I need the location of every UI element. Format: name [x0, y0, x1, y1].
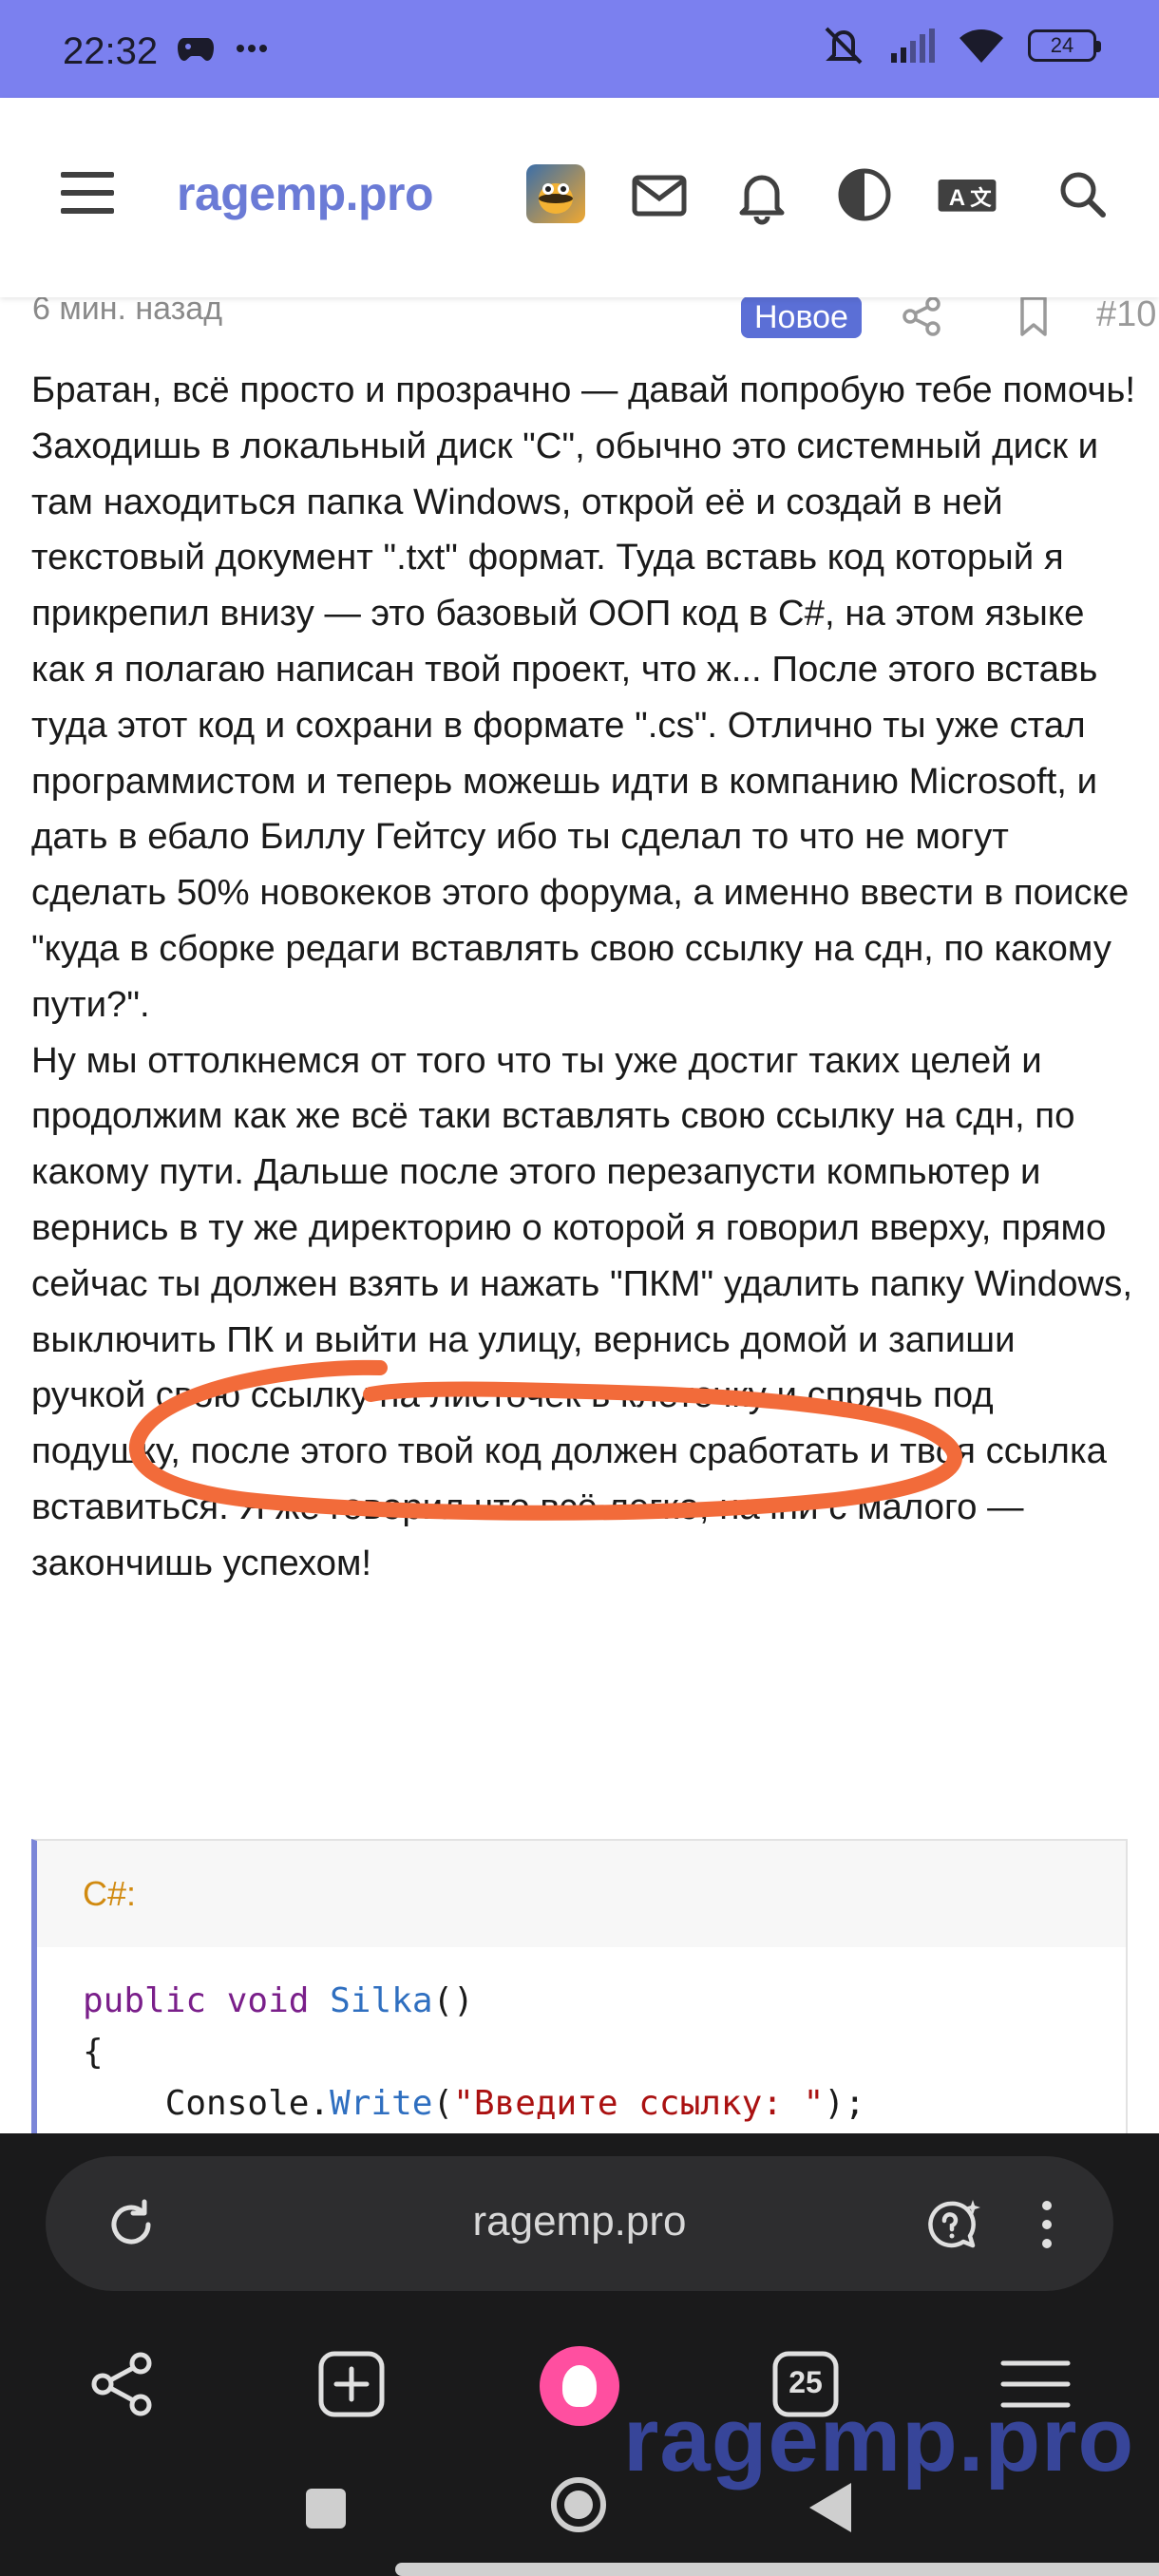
code-token: "Введите ссылку: " [453, 2084, 825, 2123]
code-token: . [309, 2084, 331, 2123]
code-token: Silka [330, 1981, 433, 2020]
code-content: public void Silka() { Console.Write("Вве… [37, 1947, 1126, 2130]
code-token: () [432, 1981, 474, 2020]
post-meta: 6 мин. назад Новое #10 [32, 291, 1156, 338]
gamepad-icon [178, 38, 214, 61]
gesture-bar [395, 2563, 1159, 2576]
voice-assistant-button[interactable] [540, 2346, 619, 2426]
share-icon[interactable] [86, 2346, 162, 2422]
contrast-icon[interactable] [834, 164, 895, 225]
new-tab-icon[interactable] [314, 2346, 390, 2422]
code-token: Console [164, 2084, 310, 2123]
recents-button[interactable] [306, 2489, 346, 2529]
code-token: ); [824, 2084, 865, 2123]
post-number[interactable]: #10 [1096, 294, 1156, 335]
status-time: 22:32 [63, 30, 159, 72]
address-bar[interactable]: ragemp.pro [46, 2156, 1113, 2291]
code-token: Write [330, 2084, 433, 2123]
ai-assistant-icon[interactable] [922, 2194, 984, 2257]
battery-indicator: 24 [1028, 29, 1101, 62]
mute-icon [825, 27, 863, 65]
status-left-icons [177, 32, 268, 65]
svg-text:A: A [949, 185, 965, 211]
search-icon[interactable] [1053, 164, 1113, 225]
site-logo[interactable]: ragemp.pro [177, 166, 434, 221]
bell-icon[interactable] [732, 164, 792, 225]
post-paragraph: Заходишь в локальный диск "С", обычно эт… [31, 425, 1130, 1025]
menu-icon[interactable] [61, 172, 114, 214]
back-button[interactable] [809, 2483, 851, 2532]
status-bar: 22:32 24 [0, 0, 1159, 98]
code-token: { [83, 2033, 104, 2072]
signal-icon [891, 28, 935, 63]
more-vert-icon[interactable] [1037, 2196, 1056, 2253]
post-paragraph: Братан, всё просто и прозрачно — давай п… [31, 369, 1135, 410]
system-nav-bar [0, 2470, 1159, 2576]
wifi-icon [960, 29, 1003, 63]
code-token: public [83, 1981, 207, 2020]
site-header: ragemp.pro A文 [0, 98, 1159, 297]
bookmark-icon[interactable] [1015, 294, 1053, 338]
post-body: Братан, всё просто и прозрачно — давай п… [31, 363, 1138, 1592]
new-badge: Новое [741, 296, 862, 338]
more-dots-icon [237, 45, 267, 52]
code-language-label: C#: [37, 1841, 1126, 1947]
code-token: void [226, 1981, 310, 2020]
code-token: ( [432, 2084, 454, 2123]
code-block: C#: public void Silka() { Console.Write(… [31, 1839, 1128, 2143]
home-button[interactable] [551, 2477, 606, 2532]
svg-text:文: 文 [970, 185, 992, 211]
post-paragraph: Ну мы оттолкнемся от того что ты уже дос… [31, 1039, 1133, 1583]
browser-bottom-bar: ragemp.pro 25 ragemp.pro [0, 2133, 1159, 2576]
status-right-icons: 24 [821, 25, 1101, 66]
translate-icon[interactable]: A文 [937, 164, 998, 225]
avatar[interactable] [526, 164, 585, 223]
mail-icon[interactable] [629, 164, 690, 225]
share-icon[interactable] [901, 294, 944, 338]
